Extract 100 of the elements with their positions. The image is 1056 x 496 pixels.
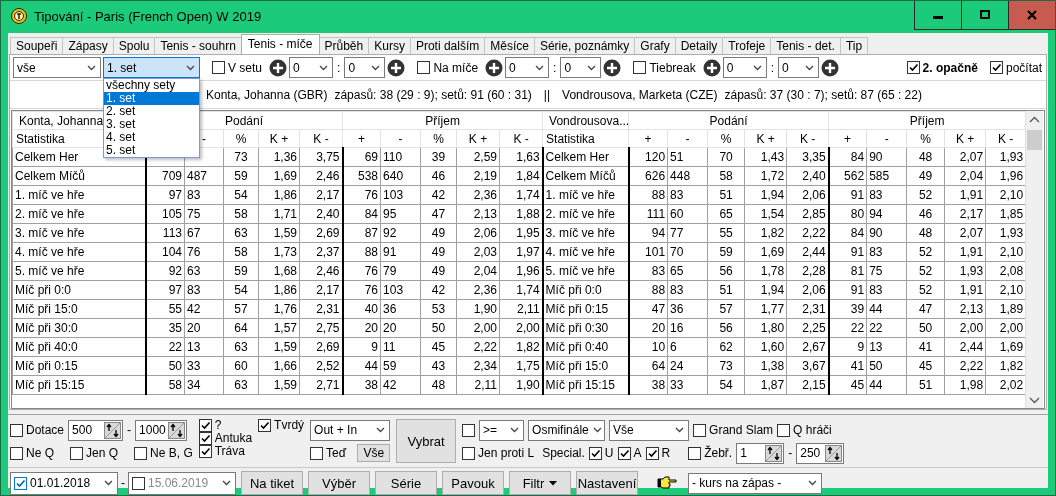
checkbox-label[interactable]: Grand Slam xyxy=(709,423,774,437)
tab[interactable]: Tenis - míče xyxy=(240,34,320,54)
spinner-icon[interactable] xyxy=(104,421,122,439)
scrollbar[interactable] xyxy=(1025,111,1043,408)
tab[interactable]: Detaily xyxy=(674,37,724,54)
checkbox-label[interactable]: Dotace xyxy=(26,423,65,437)
checkbox[interactable] xyxy=(906,61,920,74)
checkbox[interactable] xyxy=(10,446,23,460)
checkbox-label[interactable]: R xyxy=(661,446,671,460)
button[interactable]: Série xyxy=(375,471,437,495)
checkbox[interactable] xyxy=(198,432,212,445)
plus-icon[interactable] xyxy=(485,58,504,77)
checkbox-label[interactable]: 2. opačně xyxy=(922,60,978,75)
checkbox-label[interactable]: Teď xyxy=(326,446,347,460)
checkbox-label[interactable]: Tráva xyxy=(214,445,245,458)
tab[interactable]: Spolu xyxy=(112,37,156,54)
checkbox[interactable] xyxy=(310,446,324,460)
number-field[interactable]: 1 xyxy=(736,442,785,464)
dropdown-option[interactable]: 1. set xyxy=(104,92,199,105)
minimize-button[interactable] xyxy=(914,1,961,30)
checkbox[interactable] xyxy=(462,423,476,437)
checkbox[interactable] xyxy=(688,446,702,460)
checkbox[interactable] xyxy=(417,61,431,74)
dropdown-option[interactable]: všechny sety xyxy=(104,79,199,92)
checkbox-label[interactable]: počítat xyxy=(1005,60,1042,75)
tab[interactable]: Série, poznámky xyxy=(533,37,636,54)
spinner-icon[interactable] xyxy=(825,444,843,462)
checkbox[interactable] xyxy=(588,446,602,460)
date-field[interactable]: 15.06.2019 xyxy=(128,471,236,495)
checkbox-label[interactable]: ? xyxy=(214,419,222,432)
checkbox[interactable] xyxy=(645,446,659,460)
dropdown[interactable]: 0 xyxy=(560,57,602,78)
plus-icon[interactable] xyxy=(269,58,288,77)
checkbox[interactable] xyxy=(989,61,1003,74)
checkbox-label[interactable]: Žebř. xyxy=(704,446,733,460)
plus-icon[interactable] xyxy=(821,58,839,77)
dropdown[interactable]: Out + In xyxy=(310,419,391,441)
dropdown[interactable]: 0 xyxy=(778,57,819,78)
plus-icon[interactable] xyxy=(702,58,721,77)
button[interactable]: Pavouk xyxy=(442,471,504,495)
button[interactable]: Výběr xyxy=(308,471,370,495)
checkbox-label[interactable]: Jen proti L xyxy=(478,446,535,460)
button[interactable]: Filtr xyxy=(509,471,571,495)
checkbox-label[interactable]: Tvrdý xyxy=(274,419,305,432)
checkbox-label[interactable]: A xyxy=(633,446,642,460)
checkbox[interactable] xyxy=(10,423,23,437)
tab[interactable]: Zápasy xyxy=(62,37,114,54)
button[interactable]: Nastavení xyxy=(576,471,638,495)
checkbox[interactable] xyxy=(693,423,707,437)
checkbox-label[interactable]: V setu xyxy=(228,60,263,75)
checkbox-label[interactable]: Jen Q xyxy=(86,446,119,460)
maximize-icon[interactable] xyxy=(980,10,990,20)
checkbox-label[interactable]: Na míče xyxy=(433,60,479,75)
checkbox[interactable] xyxy=(14,476,27,490)
button[interactable]: Na tiket xyxy=(241,471,303,495)
checkbox[interactable] xyxy=(777,423,791,437)
tab[interactable]: Kursy xyxy=(368,37,411,54)
number-field[interactable]: 500 xyxy=(68,419,124,441)
dropdown[interactable]: 0 xyxy=(505,57,550,78)
checkbox-label[interactable]: Antuka xyxy=(214,432,253,445)
dropdown[interactable]: >= xyxy=(479,419,525,441)
dropdown[interactable]: 0 xyxy=(289,57,334,78)
dropdown[interactable]: 0 xyxy=(344,57,386,78)
tab[interactable]: Tip xyxy=(839,37,869,54)
button[interactable]: Vše xyxy=(357,444,391,462)
checkbox[interactable] xyxy=(132,476,145,490)
checkbox[interactable] xyxy=(633,61,647,74)
dropdown[interactable]: Vše xyxy=(609,419,690,441)
close-button[interactable] xyxy=(1008,1,1055,30)
checkbox[interactable] xyxy=(134,446,148,460)
plus-icon[interactable] xyxy=(387,58,406,77)
dropdown[interactable]: 1. set xyxy=(103,57,200,78)
checkbox-label[interactable]: U xyxy=(604,446,614,460)
dropdown[interactable]: - kurs na zápas - xyxy=(688,472,822,494)
checkbox[interactable] xyxy=(212,61,225,74)
number-field[interactable]: 250 xyxy=(796,442,845,464)
dropdown[interactable]: vše xyxy=(13,57,101,78)
tab[interactable]: Grafy xyxy=(634,37,676,54)
checkbox-label[interactable]: Q hráči xyxy=(793,423,832,437)
plus-icon[interactable] xyxy=(603,58,622,77)
checkbox-label[interactable]: Ne Q xyxy=(26,446,54,460)
close-icon[interactable] xyxy=(1027,10,1037,20)
checkbox[interactable] xyxy=(198,419,212,432)
number-field[interactable]: 1000 xyxy=(135,419,188,441)
tab[interactable]: Trofeje xyxy=(722,37,772,54)
date-field[interactable]: 01.01.2018 xyxy=(10,471,118,495)
dropdown[interactable]: Osmifinále xyxy=(528,419,606,441)
spinner-icon[interactable] xyxy=(765,444,783,462)
tab[interactable]: Soupeři xyxy=(10,37,64,54)
checkbox[interactable] xyxy=(198,445,212,458)
checkbox-label[interactable]: Tiebreak xyxy=(649,60,696,75)
checkbox-label[interactable]: Ne B, G xyxy=(150,446,193,460)
checkbox[interactable] xyxy=(258,419,272,432)
button[interactable]: Vybrat xyxy=(396,419,457,463)
dropdown[interactable]: 0 xyxy=(722,57,767,78)
checkbox[interactable] xyxy=(70,446,83,460)
checkbox[interactable] xyxy=(617,446,631,460)
checkbox[interactable] xyxy=(462,446,476,460)
spinner-icon[interactable] xyxy=(168,421,186,439)
scrollbar-thumb[interactable] xyxy=(1027,130,1042,150)
